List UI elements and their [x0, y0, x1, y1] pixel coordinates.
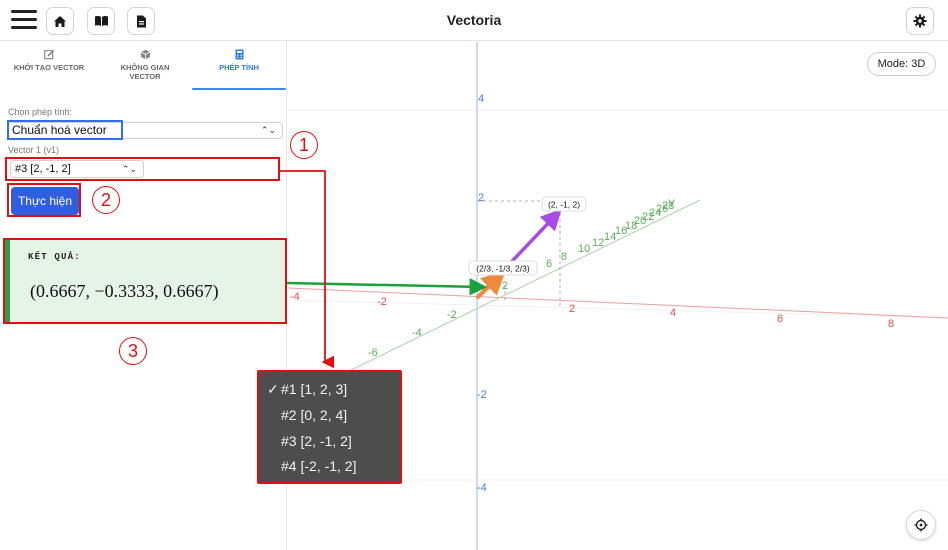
vector-label-tag: (2, -1, 2): [541, 196, 587, 212]
x-tick: 6: [777, 313, 783, 325]
x-tick: 4: [670, 307, 676, 319]
y-axis-line: [309, 199, 701, 391]
vector-label: (2, -1, 2): [548, 200, 580, 210]
z-tick: -4: [477, 482, 487, 494]
dropdown-option[interactable]: ✓ #1 [1, 2, 3]: [267, 381, 347, 398]
y-tick: 2: [502, 280, 508, 292]
x-axis-ticks: -4 -2 2 4 6 8: [290, 291, 894, 330]
y-tick: -4: [412, 327, 422, 339]
y-tick: -2: [447, 309, 457, 321]
app-root: Vectoria KHỞI TẠO VECTOR KHÔNG GIAN VECT…: [0, 0, 948, 550]
mode-toggle-button[interactable]: Mode: 3D: [867, 52, 936, 76]
x-tick: -4: [290, 291, 300, 303]
x-tick: -2: [377, 296, 387, 308]
scene-svg: -4 -2 2 4 6 8 4 2 -2 -4 -6 -4 -2 2 4 6 8…: [280, 42, 948, 550]
x-tick: 2: [569, 303, 575, 315]
dropdown-connector: [280, 170, 334, 369]
y-axis-ticks: -6 -4 -2 2 4 6 8 10 12 14 16 18 20 22 24…: [368, 198, 676, 359]
y-tick: -6: [368, 347, 378, 359]
z-tick: -2: [477, 389, 487, 401]
dropdown-option[interactable]: #2 [0, 2, 4]: [267, 407, 347, 423]
z-tick: 2: [478, 192, 484, 204]
result-pointer-arrow: [286, 277, 487, 296]
recenter-button[interactable]: [906, 510, 936, 540]
y-tick: 6: [546, 258, 552, 270]
step-marker-3: 3: [119, 337, 147, 365]
crosshair-icon: [914, 518, 928, 532]
unit-vector-label-tag: (2/3, -1/3, 2/3): [468, 260, 538, 276]
dropdown-option[interactable]: #4 [-2, -1, 2]: [267, 458, 356, 474]
dropdown-option-label: #3 [2, -1, 2]: [281, 433, 352, 449]
z-tick: 4: [478, 93, 484, 105]
dropdown-option[interactable]: #3 [2, -1, 2]: [267, 433, 352, 449]
y-tick: 10: [578, 243, 590, 255]
unit-vector-label: (2/3, -1/3, 2/3): [476, 264, 530, 274]
y-tick: 12: [592, 237, 604, 249]
step-marker-2: 2: [92, 186, 120, 214]
dropdown-option-label: #4 [-2, -1, 2]: [281, 458, 357, 474]
checkmark-icon: ✓: [267, 381, 279, 397]
vector-dropdown-menu: ✓ #1 [1, 2, 3] #2 [0, 2, 4] #3 [2, -1, 2]…: [257, 370, 402, 484]
step-marker-1: 1: [290, 131, 318, 159]
y-axis-end-label: Y: [668, 198, 676, 210]
y-tick: 8: [561, 251, 567, 263]
dropdown-option-label: #1 [1, 2, 3]: [281, 381, 348, 397]
x-tick: 8: [888, 318, 894, 330]
dropdown-option-label: #2 [0, 2, 4]: [281, 407, 348, 423]
